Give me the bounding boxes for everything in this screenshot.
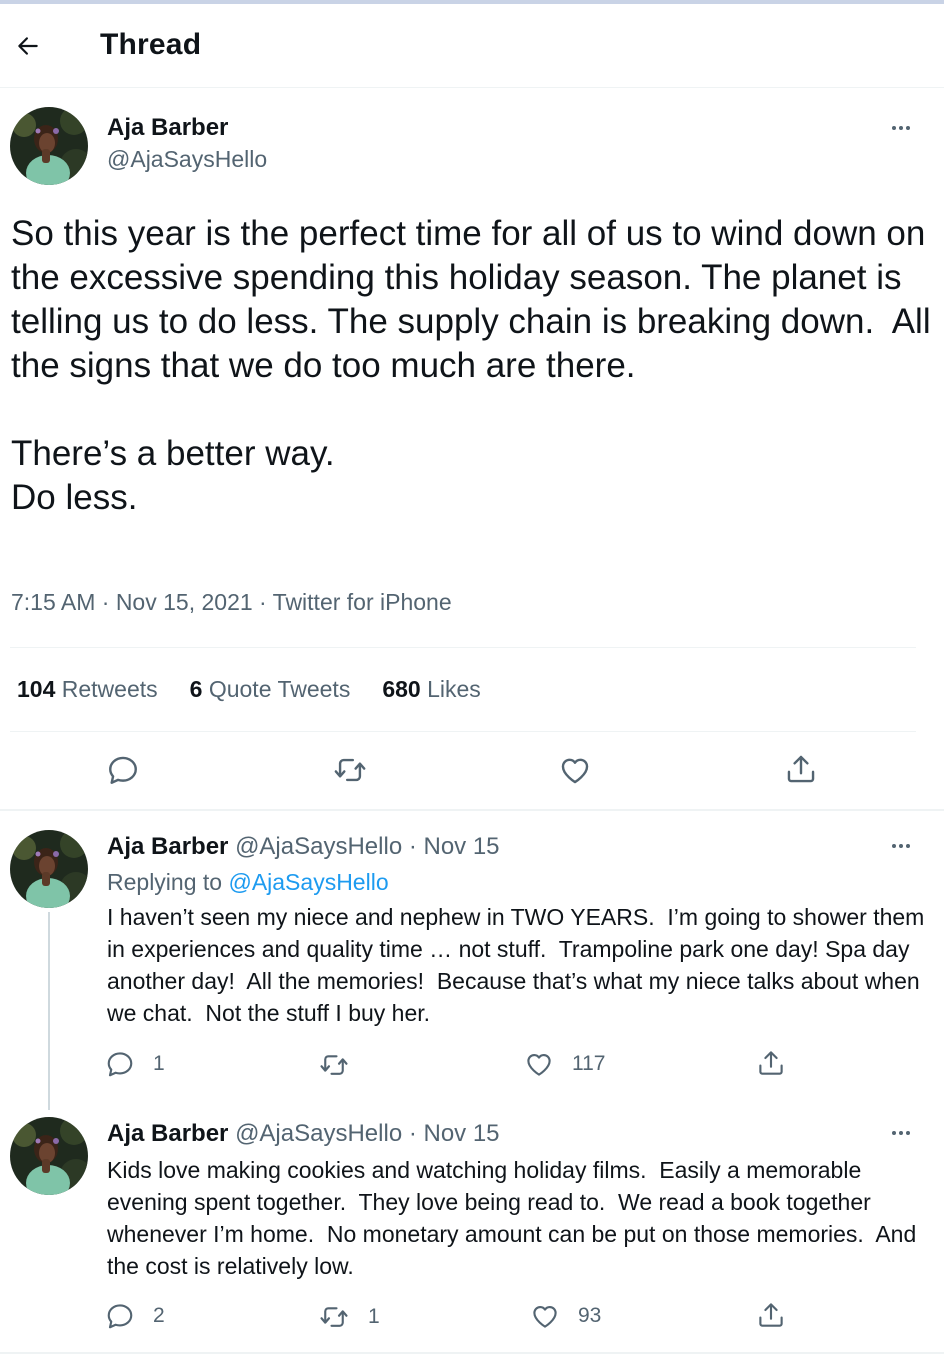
like-count: 93	[578, 1304, 602, 1327]
retweet-button[interactable]	[318, 1050, 368, 1080]
author-handle-date[interactable]: @AjaSaysHello · Nov 15	[235, 1120, 499, 1147]
tweet-stats: 104 Retweets 6 Quote Tweets 680 Likes	[17, 676, 481, 703]
avatar[interactable]	[10, 1117, 88, 1195]
more-options-button[interactable]	[884, 1121, 918, 1145]
like-button[interactable]	[558, 753, 592, 787]
avatar[interactable]	[10, 830, 88, 908]
back-button[interactable]	[10, 28, 46, 64]
like-count: 117	[572, 1052, 606, 1075]
reply-text: I haven’t seen my niece and nephew in TW…	[107, 904, 931, 1026]
more-options-button[interactable]	[884, 834, 918, 858]
thread-connector-line	[48, 912, 50, 1110]
more-options-button[interactable]	[884, 116, 918, 140]
share-icon	[756, 1300, 786, 1330]
tweet-text: So this year is the perfect time for all…	[11, 214, 931, 517]
like-button[interactable]: 93	[530, 1301, 601, 1331]
thread-header: Thread	[0, 4, 944, 88]
reply-bubble-icon	[106, 753, 140, 787]
tweet-meta: 7:15 AM · Nov 15, 2021 · Twitter for iPh…	[11, 589, 452, 615]
share-button[interactable]	[784, 752, 818, 786]
like-button[interactable]: 117	[524, 1049, 605, 1079]
reply-header: Aja Barber @AjaSaysHello · Nov 15	[107, 1120, 500, 1148]
share-icon	[756, 1048, 786, 1078]
reply-button[interactable]: 2	[105, 1301, 165, 1331]
heart-icon	[530, 1301, 560, 1331]
author-name[interactable]: Aja Barber	[107, 114, 228, 142]
retweet-icon	[318, 1050, 350, 1080]
reply-header: Aja Barber @AjaSaysHello · Nov 15	[107, 833, 500, 861]
retweet-count: 1	[368, 1305, 380, 1328]
heart-icon	[524, 1049, 554, 1079]
retweet-button[interactable]	[332, 753, 368, 787]
divider	[10, 647, 916, 648]
retweet-icon	[318, 1302, 350, 1332]
heart-icon	[558, 753, 592, 787]
more-dots-icon	[892, 844, 896, 848]
share-icon	[784, 752, 818, 786]
avatar[interactable]	[10, 107, 88, 185]
author-handle-date[interactable]: @AjaSaysHello · Nov 15	[235, 833, 499, 860]
divider	[0, 809, 944, 811]
divider	[10, 731, 916, 732]
quote-tweets-stat[interactable]: 6 Quote Tweets	[190, 676, 351, 703]
divider	[0, 1352, 944, 1354]
more-dots-icon	[892, 126, 896, 130]
page-title: Thread	[100, 28, 202, 61]
reply-text: Kids love making cookies and watching ho…	[107, 1157, 923, 1279]
reply-bubble-icon	[105, 1301, 135, 1331]
retweet-button[interactable]: 1	[318, 1302, 380, 1332]
author-name[interactable]: Aja Barber	[107, 1120, 228, 1147]
replying-to: Replying to @AjaSaysHello	[107, 869, 389, 895]
replying-to-link[interactable]: @AjaSaysHello	[228, 869, 388, 895]
more-dots-icon	[892, 1131, 896, 1135]
reply-button[interactable]: 1	[105, 1049, 165, 1079]
retweets-stat[interactable]: 104 Retweets	[17, 676, 158, 703]
back-arrow-icon	[18, 37, 38, 55]
share-button[interactable]	[756, 1048, 786, 1078]
reply-count: 1	[153, 1052, 165, 1075]
share-button[interactable]	[756, 1300, 786, 1330]
retweet-icon	[332, 753, 368, 787]
reply-button[interactable]	[106, 753, 140, 787]
author-handle[interactable]: @AjaSaysHello	[107, 146, 267, 173]
author-name[interactable]: Aja Barber	[107, 833, 228, 860]
reply-bubble-icon	[105, 1049, 135, 1079]
reply-count: 2	[153, 1304, 165, 1327]
likes-stat[interactable]: 680 Likes	[382, 676, 480, 703]
